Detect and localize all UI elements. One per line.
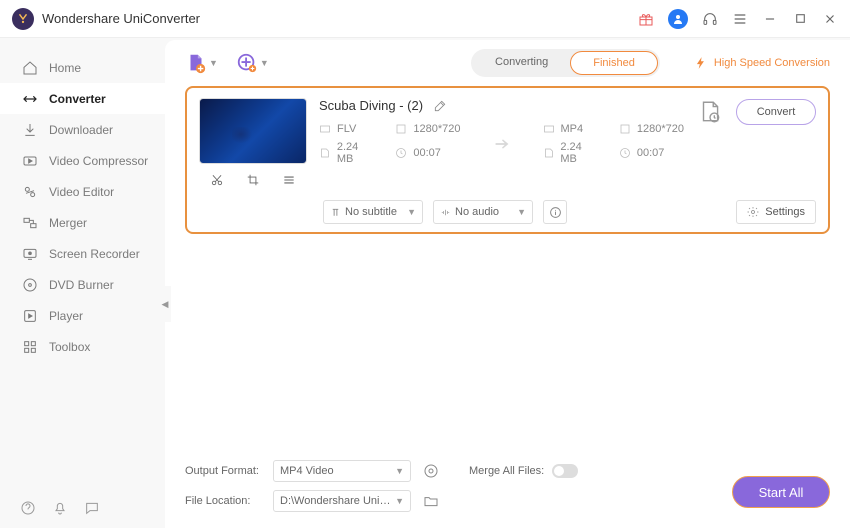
- collapse-sidebar-icon[interactable]: ◀: [159, 286, 171, 322]
- chevron-down-icon: ▼: [260, 58, 269, 68]
- crop-icon[interactable]: [245, 172, 261, 188]
- settings-button[interactable]: Settings: [736, 200, 816, 224]
- tab-converting[interactable]: Converting: [473, 51, 570, 75]
- player-icon: [22, 308, 38, 324]
- add-folder-icon: [236, 52, 258, 74]
- feedback-icon[interactable]: [84, 500, 100, 516]
- subtitle-select[interactable]: No subtitle▼: [323, 200, 423, 224]
- sidebar-item-player[interactable]: Player: [0, 300, 165, 331]
- sidebar-label: Screen Recorder: [49, 247, 140, 261]
- cut-icon[interactable]: [209, 172, 225, 188]
- sidebar-label: Toolbox: [49, 340, 90, 354]
- sidebar-item-converter[interactable]: Converter: [0, 83, 165, 114]
- high-speed-link[interactable]: High Speed Conversion: [694, 56, 830, 70]
- sidebar-item-downloader[interactable]: Downloader: [0, 114, 165, 145]
- app-title: Wondershare UniConverter: [42, 11, 200, 26]
- high-speed-label: High Speed Conversion: [714, 57, 830, 69]
- output-format-label: Output Format:: [185, 465, 261, 477]
- lightning-icon: [694, 56, 708, 70]
- sidebar-item-toolbox[interactable]: Toolbox: [0, 331, 165, 362]
- menu-icon[interactable]: [732, 11, 748, 27]
- start-all-button[interactable]: Start All: [732, 476, 830, 508]
- add-file-icon: [185, 52, 207, 74]
- merge-toggle[interactable]: [552, 464, 578, 478]
- open-folder-icon[interactable]: [423, 493, 439, 509]
- sidebar-item-recorder[interactable]: Screen Recorder: [0, 238, 165, 269]
- sidebar-label: Converter: [49, 92, 106, 106]
- settings-label: Settings: [765, 206, 805, 218]
- sidebar-item-editor[interactable]: Video Editor: [0, 176, 165, 207]
- sidebar-label: Downloader: [49, 123, 113, 137]
- sidebar-label: Home: [49, 61, 81, 75]
- output-format-select[interactable]: MP4 Video▼: [273, 460, 411, 482]
- editor-icon: [22, 184, 38, 200]
- user-avatar-icon[interactable]: [668, 9, 688, 29]
- close-icon[interactable]: [822, 11, 838, 27]
- sidebar-label: Video Editor: [49, 185, 114, 199]
- footer: Output Format: MP4 Video▼ Merge All File…: [165, 450, 850, 528]
- list-icon[interactable]: [281, 172, 297, 188]
- gear-icon: [747, 206, 759, 218]
- titlebar: Wondershare UniConverter: [0, 0, 850, 38]
- sidebar-label: Video Compressor: [49, 154, 148, 168]
- chevron-down-icon: ▼: [209, 58, 218, 68]
- headset-icon[interactable]: [702, 11, 718, 27]
- toolbar: ▼ ▼ Converting Finished High Speed Conve…: [165, 40, 850, 86]
- sidebar-label: DVD Burner: [49, 278, 114, 292]
- merge-label: Merge All Files:: [469, 465, 544, 477]
- sidebar-item-dvd[interactable]: DVD Burner: [0, 269, 165, 300]
- source-info: FLV 1280*720 2.24 MB 00:07: [319, 123, 461, 165]
- sidebar-item-home[interactable]: Home: [0, 52, 165, 83]
- add-file-button[interactable]: ▼: [185, 52, 218, 74]
- sidebar-item-merger[interactable]: Merger: [0, 207, 165, 238]
- sidebar-label: Player: [49, 309, 83, 323]
- video-thumbnail[interactable]: [199, 98, 307, 164]
- merger-icon: [22, 215, 38, 231]
- output-format-icon[interactable]: [696, 98, 724, 126]
- arrow-right-icon: [491, 133, 513, 155]
- gift-icon[interactable]: [638, 11, 654, 27]
- sidebar-item-compressor[interactable]: Video Compressor: [0, 145, 165, 176]
- home-icon: [22, 60, 38, 76]
- minimize-icon[interactable]: [762, 11, 778, 27]
- file-location-select[interactable]: D:\Wondershare UniConverter▼: [273, 490, 411, 512]
- toolbox-icon: [22, 339, 38, 355]
- sidebar-label: Merger: [49, 216, 87, 230]
- compressor-icon: [22, 153, 38, 169]
- help-icon[interactable]: [20, 500, 36, 516]
- downloader-icon: [22, 122, 38, 138]
- file-card: Scuba Diving - (2) FLV 1280*720 2.24 MB …: [185, 86, 830, 234]
- audio-select[interactable]: No audio▼: [433, 200, 533, 224]
- recorder-icon: [22, 246, 38, 262]
- target-info: MP4 1280*720 2.24 MB 00:07: [543, 123, 685, 165]
- bell-icon[interactable]: [52, 500, 68, 516]
- info-icon[interactable]: [543, 200, 567, 224]
- dvd-icon: [22, 277, 38, 293]
- add-folder-button[interactable]: ▼: [236, 52, 269, 74]
- tab-finished[interactable]: Finished: [570, 51, 658, 75]
- output-settings-icon[interactable]: [423, 463, 439, 479]
- app-logo: [12, 8, 34, 30]
- convert-button[interactable]: Convert: [736, 99, 816, 125]
- file-location-label: File Location:: [185, 495, 261, 507]
- sidebar: Home Converter Downloader Video Compress…: [0, 38, 165, 528]
- tabs: Converting Finished: [471, 49, 660, 77]
- converter-icon: [22, 91, 38, 107]
- maximize-icon[interactable]: [792, 11, 808, 27]
- edit-name-icon[interactable]: [433, 99, 447, 113]
- file-name: Scuba Diving - (2): [319, 98, 423, 113]
- main-content: ▼ ▼ Converting Finished High Speed Conve…: [165, 40, 850, 528]
